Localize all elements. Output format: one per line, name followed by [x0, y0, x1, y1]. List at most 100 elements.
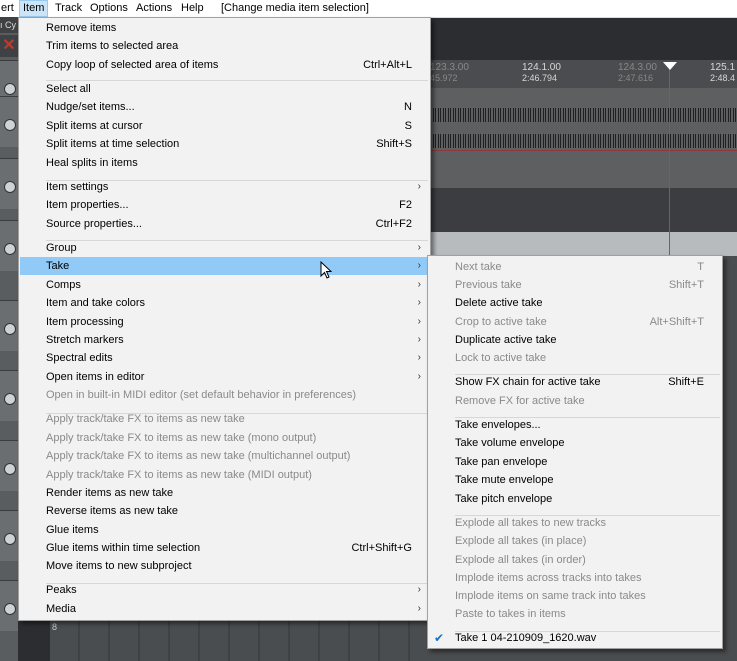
menu-item-apply-track-take-fx-to-items-as-new-take-midi-output[interactable]: Apply track/take FX to items as new take…: [20, 466, 429, 484]
menu-item-label: Nudge/set items...: [46, 101, 135, 113]
menu-options[interactable]: Options: [87, 0, 131, 17]
menu-item-copy-loop-of-selected-area-of-items[interactable]: Copy loop of selected area of items Ctrl+…: [20, 56, 429, 74]
submenu-arrow-icon: ›: [417, 242, 421, 253]
volume-knob-icon[interactable]: [4, 181, 16, 193]
track-control-row[interactable]: [0, 370, 18, 421]
track-control-row[interactable]: [0, 220, 18, 271]
menu-item-split-items-at-time-selection[interactable]: Split items at time selection Shift+S: [20, 135, 429, 153]
menu-item-take-mute-envelope[interactable]: Take mute envelope: [429, 471, 721, 489]
menu-insert[interactable]: ert: [0, 0, 17, 17]
menu-item-label: Render items as new take: [46, 487, 174, 499]
menu-item-take-pan-envelope[interactable]: Take pan envelope: [429, 453, 721, 471]
track-lane-grid[interactable]: [50, 621, 430, 661]
playhead-marker-icon[interactable]: [663, 62, 677, 70]
menu-item-explode-all-takes-in-place[interactable]: Explode all takes (in place): [429, 532, 721, 550]
menu-item-next-take[interactable]: Next take T: [429, 258, 721, 276]
menu-item-split-items-at-cursor[interactable]: Split items at cursor S: [20, 117, 429, 135]
submenu-arrow-icon: ›: [417, 260, 421, 271]
timeline-ruler[interactable]: 123.3.00 45.972 124.1.00 2:46.794 124.3.00…: [428, 60, 737, 88]
menu-item-label: Paste to takes in items: [455, 608, 566, 620]
menu-separator: [46, 240, 428, 241]
volume-knob-icon[interactable]: [4, 603, 16, 615]
menu-item-trim-items-to-selected-area[interactable]: Trim items to selected area: [20, 37, 429, 55]
menu-item-stretch-markers[interactable]: Stretch markers ›: [20, 331, 429, 349]
waveform-channel-left: [428, 108, 737, 122]
track-control-row[interactable]: [0, 510, 18, 561]
volume-knob-icon[interactable]: [4, 119, 16, 131]
menu-item-open-in-built-in-midi-editor-set-default-behavior-in-preferences[interactable]: Open in built-in MIDI editor (set defaul…: [20, 386, 429, 404]
menu-item-explode-all-takes-in-order[interactable]: Explode all takes (in order): [429, 551, 721, 569]
menu-item-item-processing[interactable]: Item processing ›: [20, 313, 429, 331]
track-control-row[interactable]: [0, 158, 18, 209]
menu-item-take[interactable]: Take ›: [20, 257, 429, 275]
menu-item-media[interactable]: Media ›: [20, 600, 429, 618]
menu-item-label: Implode items across tracks into takes: [455, 572, 642, 584]
menu-item-label: Trim items to selected area: [46, 40, 179, 52]
menu-item-label: Group: [46, 242, 77, 254]
waveform-channel-right: [428, 134, 737, 148]
media-item-waveform[interactable]: [428, 88, 737, 188]
menu-item-take-envelopes[interactable]: Take envelopes...: [429, 416, 721, 434]
menu-item-label: Apply track/take FX to items as new take…: [46, 450, 351, 462]
volume-knob-icon[interactable]: [4, 533, 16, 545]
menu-item-paste-to-takes-in-items[interactable]: Paste to takes in items: [429, 605, 721, 623]
menu-item-remove-items[interactable]: Remove items: [20, 19, 429, 37]
menu-item-label: Heal splits in items: [46, 157, 138, 169]
menu-item-render-items-as-new-take[interactable]: Render items as new take: [20, 484, 429, 502]
menu-item-label: Open items in editor: [46, 371, 145, 383]
menu-item-open-items-in-editor[interactable]: Open items in editor ›: [20, 368, 429, 386]
track-lane-selected[interactable]: [428, 232, 737, 256]
menu-item-explode-all-takes-to-new-tracks[interactable]: Explode all takes to new tracks: [429, 514, 721, 532]
menu-item-group[interactable]: Group ›: [20, 239, 429, 257]
menu-item-label: Item and take colors: [46, 297, 146, 309]
menu-help[interactable]: Help: [178, 0, 207, 17]
menu-item-label: Explode all takes (in place): [455, 535, 587, 547]
submenu-arrow-icon: ›: [417, 297, 421, 308]
menu-item-comps[interactable]: Comps ›: [20, 276, 429, 294]
menu-item-select-all[interactable]: Select all: [20, 80, 429, 98]
menu-item-take-volume-envelope[interactable]: Take volume envelope: [429, 434, 721, 452]
track-control-row[interactable]: [0, 440, 18, 491]
volume-knob-icon[interactable]: [4, 463, 16, 475]
volume-knob-icon[interactable]: [4, 83, 16, 95]
menu-item-label: Move items to new subproject: [46, 560, 192, 572]
track-number: 8: [52, 622, 58, 632]
track-control-row[interactable]: [0, 300, 18, 351]
menu-item-reverse-items-as-new-take[interactable]: Reverse items as new take: [20, 502, 429, 520]
submenu-arrow-icon: ›: [417, 371, 421, 382]
menu-item-show-fx-chain-for-active-take[interactable]: Show FX chain for active take Shift+E: [429, 373, 721, 391]
menu-item-label: Reverse items as new take: [46, 505, 179, 517]
menu-actions[interactable]: Actions: [133, 0, 175, 17]
menu-item-crop-to-active-take[interactable]: Crop to active take Alt+Shift+T: [429, 313, 721, 331]
menu-item-duplicate-active-take[interactable]: Duplicate active take: [429, 331, 721, 349]
track-control-row[interactable]: [0, 96, 18, 147]
volume-knob-icon[interactable]: [4, 393, 16, 405]
menu-item-remove-fx-for-active-take[interactable]: Remove FX for active take: [429, 392, 721, 410]
menu-item-lock-to-active-take[interactable]: Lock to active take: [429, 349, 721, 367]
track-control-row[interactable]: [0, 580, 18, 631]
menu-item-previous-take[interactable]: Previous take Shift+T: [429, 276, 721, 294]
menu-item-heal-splits-in-items[interactable]: Heal splits in items: [20, 154, 429, 172]
menu-item-apply-track-take-fx-to-items-as-new-take-multichannel-output[interactable]: Apply track/take FX to items as new take…: [20, 447, 429, 465]
menu-item-item-and-take-colors[interactable]: Item and take colors ›: [20, 294, 429, 312]
menu-item-apply-track-take-fx-to-items-as-new-take-mono-output[interactable]: Apply track/take FX to items as new take…: [20, 429, 429, 447]
menu-item-item-properties[interactable]: Item properties... F2: [20, 196, 429, 214]
menu-item-shortcut: Ctrl+Alt+L: [363, 59, 412, 71]
menu-change-media-item-selection[interactable]: [Change media item selection]: [218, 0, 372, 17]
menu-track[interactable]: Track: [52, 0, 85, 17]
menu-item-glue-items-within-time-selection[interactable]: Glue items within time selection Ctrl+Shi…: [20, 539, 429, 557]
menu-item-label: Take volume envelope: [455, 437, 565, 449]
menu-item-spectral-edits[interactable]: Spectral edits ›: [20, 349, 429, 367]
menu-item-source-properties[interactable]: Source properties... Ctrl+F2: [20, 215, 429, 233]
menu-item-take-pitch-envelope[interactable]: Take pitch envelope: [429, 490, 721, 508]
menu-item-delete-active-take[interactable]: Delete active take: [429, 294, 721, 312]
menu-item[interactable]: Item: [19, 0, 49, 17]
menu-item-nudge-set-items[interactable]: Nudge/set items... N: [20, 98, 429, 116]
volume-knob-icon[interactable]: [4, 323, 16, 335]
menu-item-implode-items-across-tracks-into-takes[interactable]: Implode items across tracks into takes: [429, 569, 721, 587]
menu-item-glue-items[interactable]: Glue items: [20, 521, 429, 539]
volume-knob-icon[interactable]: [4, 243, 16, 255]
menu-item-move-items-to-new-subproject[interactable]: Move items to new subproject: [20, 557, 429, 575]
menu-item-label: Delete active take: [455, 297, 543, 309]
menu-item-implode-items-on-same-track-into-takes[interactable]: Implode items on same track into takes: [429, 587, 721, 605]
